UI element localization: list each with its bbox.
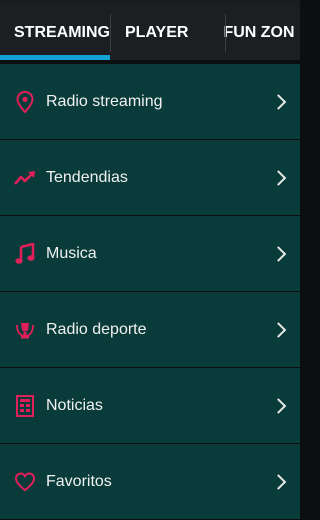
location-pin-icon <box>14 90 36 113</box>
tab-divider <box>225 14 226 52</box>
chevron-right-icon <box>270 473 287 490</box>
trending-icon <box>14 167 36 189</box>
menu-item-radio-streaming[interactable]: Radio streaming <box>0 64 300 140</box>
menu-item-tendencias[interactable]: Tendendias <box>0 140 300 216</box>
menu-item-musica[interactable]: Musica <box>0 216 300 292</box>
chevron-right-icon <box>270 169 287 186</box>
menu-list: Radio streaming Tendendias Musica Radio … <box>0 64 300 520</box>
menu-item-label: Musica <box>46 244 97 262</box>
menu-item-label: Radio deporte <box>46 320 147 338</box>
tab-player[interactable]: PLAYER <box>110 6 203 60</box>
music-note-icon <box>14 242 36 265</box>
trophy-icon <box>14 319 36 341</box>
tab-streaming[interactable]: STREAMING <box>0 6 110 60</box>
menu-item-noticias[interactable]: Noticias <box>0 368 300 444</box>
menu-item-label: Radio streaming <box>46 92 163 110</box>
menu-item-label: Favoritos <box>46 472 112 490</box>
menu-item-radio-deporte[interactable]: Radio deporte <box>0 292 300 368</box>
tab-fun-zone[interactable]: FUN ZON <box>203 6 300 60</box>
chevron-right-icon <box>270 321 287 338</box>
tab-bar: STREAMING PLAYER FUN ZON <box>0 6 300 60</box>
heart-icon <box>14 471 36 493</box>
menu-item-label: Tendendias <box>46 168 128 186</box>
chevron-right-icon <box>270 397 287 414</box>
chevron-right-icon <box>270 245 287 262</box>
chevron-right-icon <box>270 93 287 110</box>
menu-item-label: Noticias <box>46 396 103 414</box>
newspaper-icon <box>14 394 36 417</box>
tab-divider <box>110 14 111 52</box>
menu-item-favoritos[interactable]: Favoritos <box>0 444 300 520</box>
